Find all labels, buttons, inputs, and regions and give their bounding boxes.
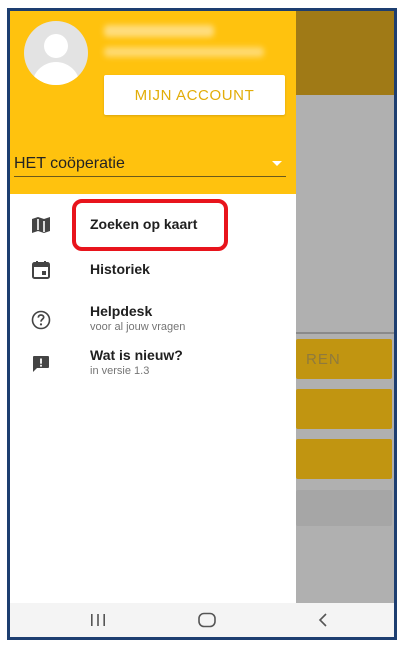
menu-item-whats-new[interactable]: Wat is nieuw? in versie 1.3 <box>10 342 296 386</box>
avatar-body-shape <box>32 62 80 85</box>
background-button-3 <box>296 439 392 479</box>
recents-icon[interactable] <box>68 603 128 637</box>
menu-item-helpdesk[interactable]: Helpdesk voor al jouw vragen <box>10 298 296 342</box>
dropdown-arrow-icon <box>272 161 282 166</box>
menu-item-title: Helpdesk <box>90 303 153 319</box>
highlight-annotation <box>72 199 228 251</box>
avatar[interactable] <box>24 21 88 85</box>
cooperation-dropdown[interactable]: HET coöperatie <box>14 151 286 177</box>
background-button-4 <box>296 490 392 526</box>
calendar-icon <box>30 259 52 281</box>
system-navigation-bar <box>10 603 394 637</box>
feedback-icon <box>30 353 52 375</box>
back-icon[interactable] <box>293 603 353 637</box>
menu-item-title: Wat is nieuw? <box>90 347 183 363</box>
phone-screen: REN MIJN ACCOUNT HET coöperatie Zoeken o… <box>7 8 397 640</box>
user-email-blurred <box>104 47 264 57</box>
menu-item-subtitle: in versie 1.3 <box>90 365 150 377</box>
help-circle-icon <box>30 309 52 331</box>
drawer-header: MIJN ACCOUNT HET coöperatie <box>10 11 296 194</box>
user-name-blurred <box>104 25 214 37</box>
menu-item-title: Historiek <box>90 261 150 277</box>
map-icon <box>30 214 52 236</box>
home-icon[interactable] <box>177 603 237 637</box>
background-button-2 <box>296 389 392 429</box>
menu-item-subtitle: voor al jouw vragen <box>90 321 186 333</box>
cooperation-label: HET coöperatie <box>14 154 125 172</box>
navigation-drawer: MIJN ACCOUNT HET coöperatie Zoeken op ka… <box>10 11 296 603</box>
menu-item-history[interactable]: Historiek <box>10 250 296 294</box>
background-divider <box>296 332 394 334</box>
avatar-head-shape <box>44 34 68 58</box>
background-button-label: REN <box>306 351 341 368</box>
my-account-button[interactable]: MIJN ACCOUNT <box>104 75 285 115</box>
